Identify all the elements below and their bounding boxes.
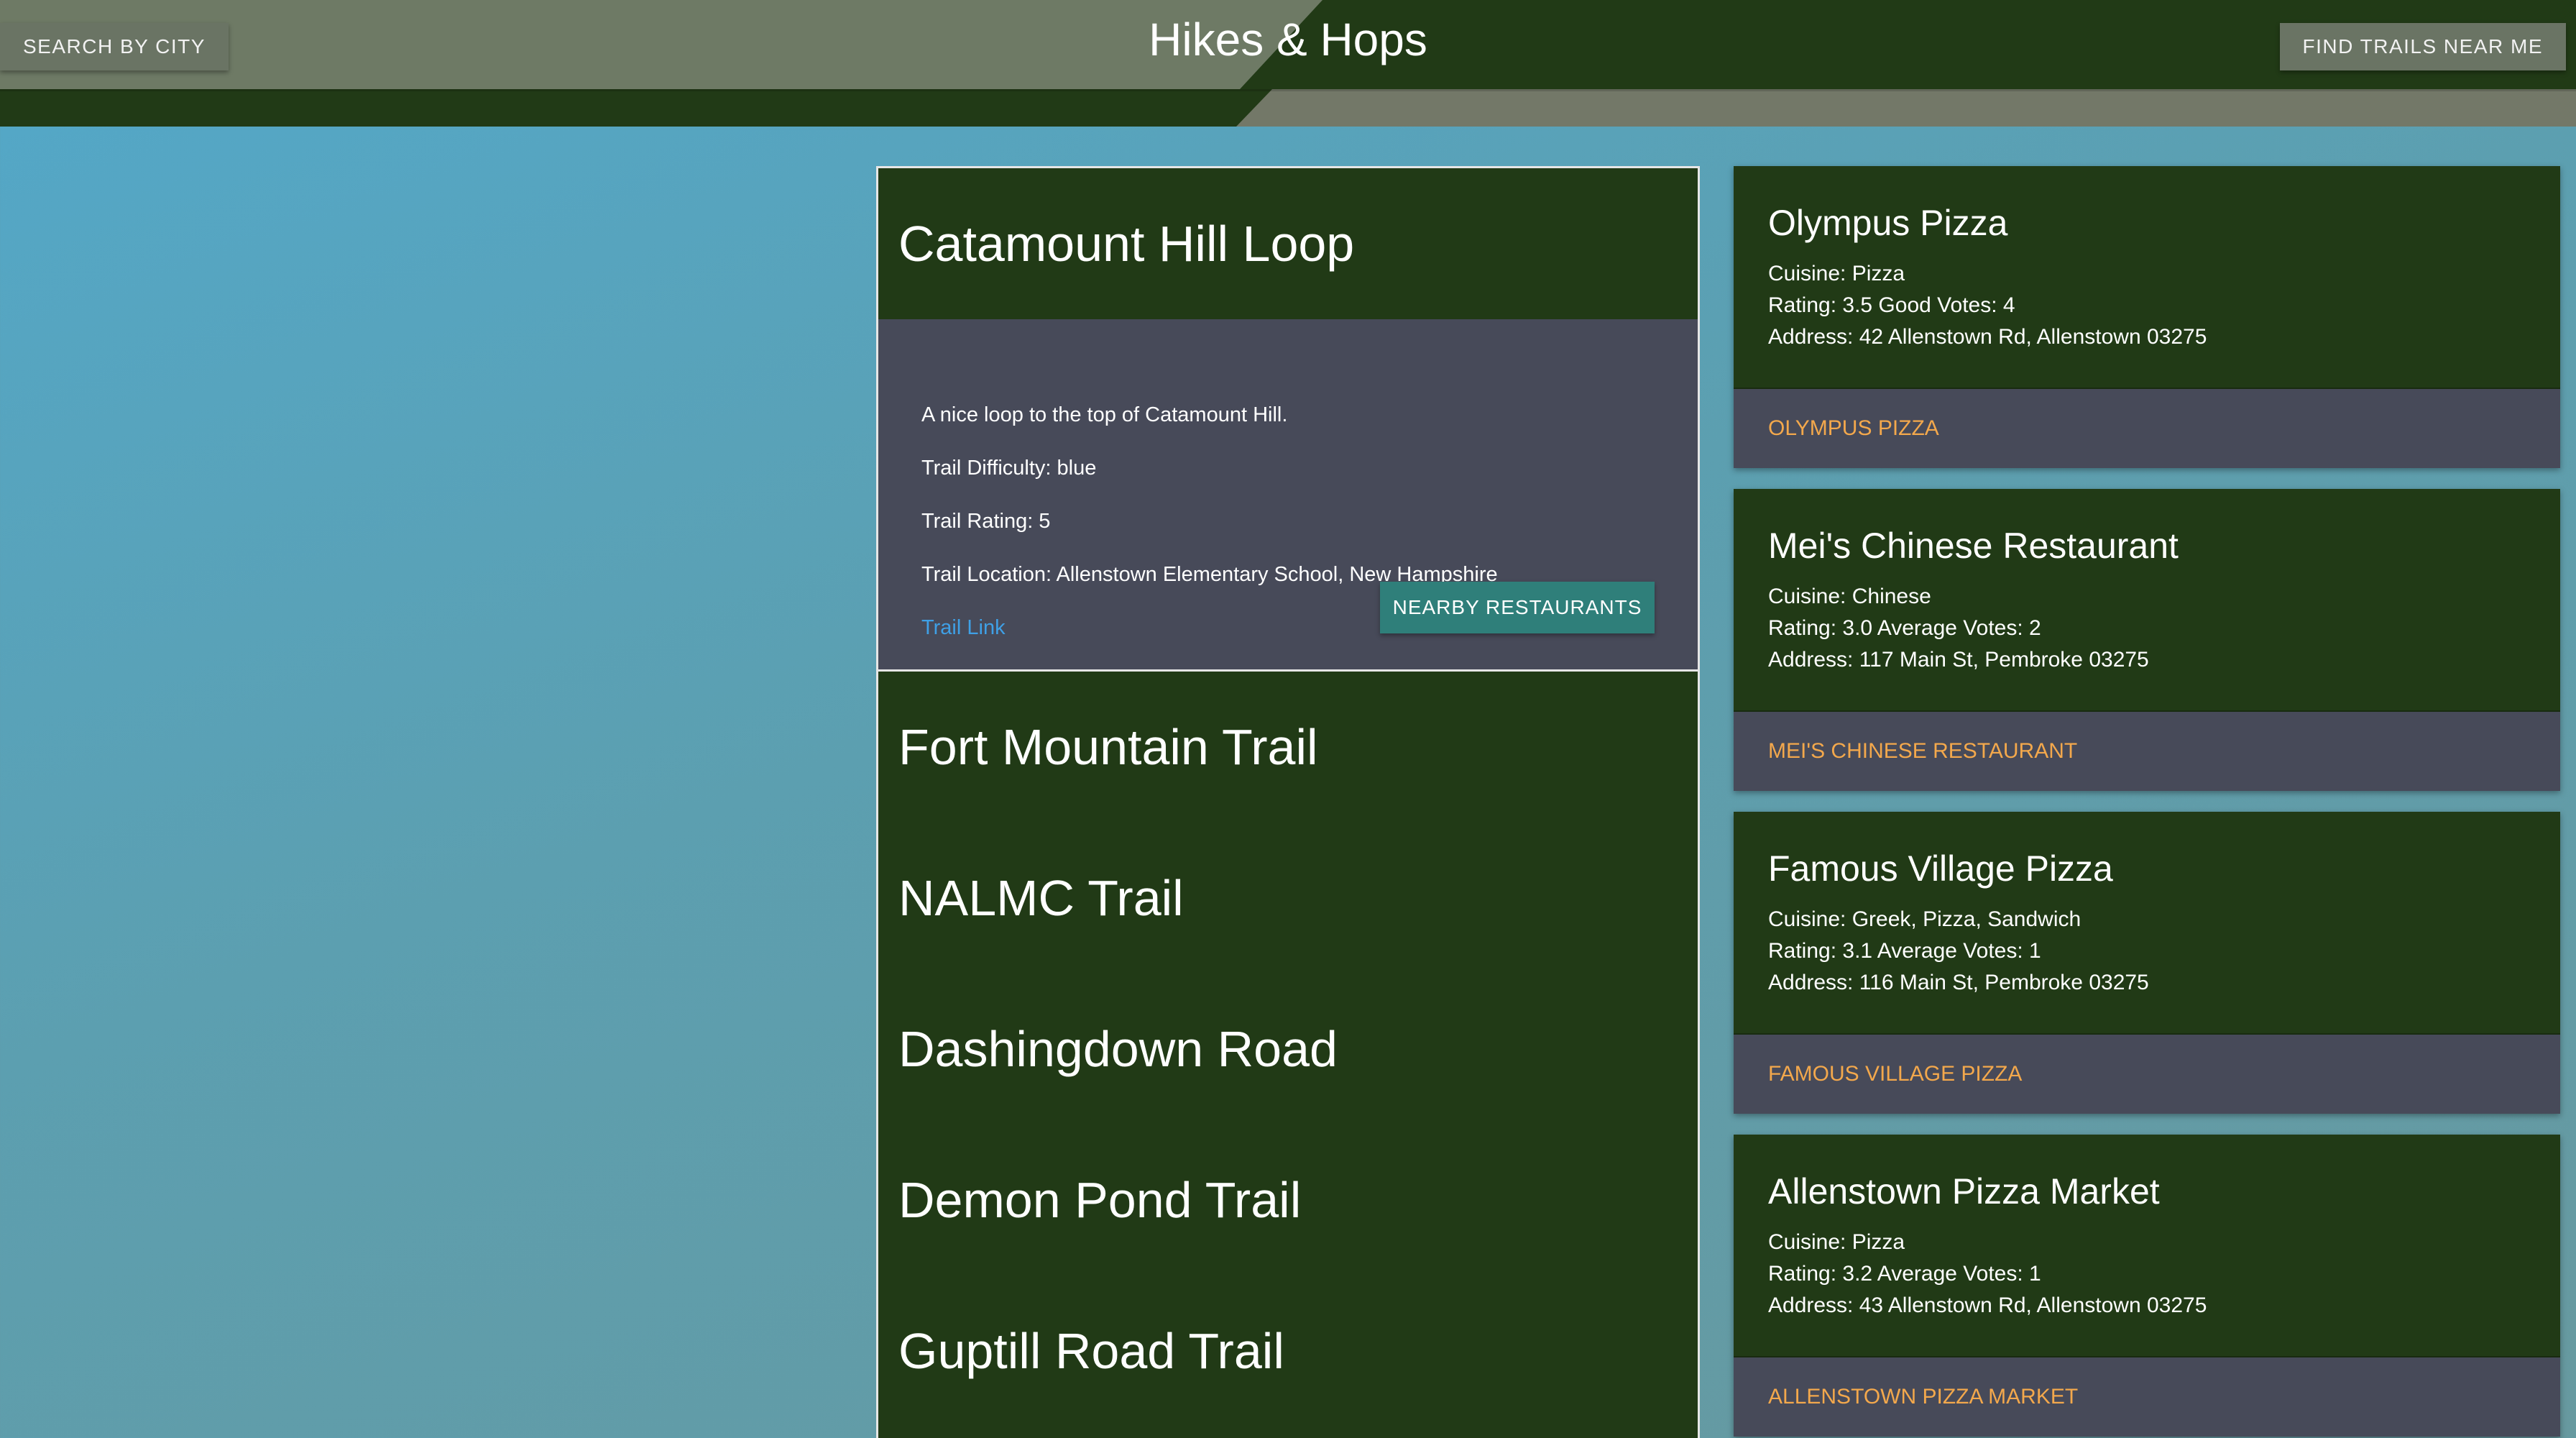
trail-item[interactable]: Dashingdown Road [878, 974, 1698, 1125]
top-app-bar: SEARCH BY CITY Hikes & Hops FIND TRAILS … [0, 0, 2576, 127]
restaurant-address: Address: 117 Main St, Pembroke 03275 [1768, 648, 2149, 672]
restaurant-rating: Rating: 3.2 Average Votes: 1 [1768, 1262, 2041, 1286]
trail-rating: Trail Rating: 5 [921, 510, 1051, 533]
restaurant-rating: Rating: 3.5 Good Votes: 4 [1768, 293, 2015, 317]
restaurant-link[interactable]: OLYMPUS PIZZA [1768, 416, 1939, 441]
find-trails-near-me-button[interactable]: FIND TRAILS NEAR ME [2279, 23, 2566, 70]
trail-difficulty: Trail Difficulty: blue [921, 457, 1097, 480]
restaurant-address: Address: 116 Main St, Pembroke 03275 [1768, 971, 2149, 994]
restaurant-address: Address: 42 Allenstown Rd, Allenstown 03… [1768, 325, 2207, 349]
restaurant-card: Famous Village Pizza Cuisine: Greek, Piz… [1734, 812, 2560, 1114]
nearby-restaurants-button[interactable]: NEARBY RESTAURANTS [1380, 582, 1655, 633]
trail-item[interactable]: Fort Mountain Trail [878, 672, 1698, 823]
restaurant-cuisine: Cuisine: Chinese [1768, 585, 1931, 608]
restaurant-list: Olympus Pizza Cuisine: Pizza Rating: 3.5… [1734, 166, 2560, 1438]
restaurant-name: Famous Village Pizza [1768, 848, 2113, 889]
restaurant-actions: MEI'S CHINESE RESTAURANT [1734, 712, 2560, 791]
restaurant-rating: Rating: 3.0 Average Votes: 2 [1768, 616, 2041, 640]
restaurant-rating: Rating: 3.1 Average Votes: 1 [1768, 939, 2041, 963]
restaurant-card: Allenstown Pizza Market Cuisine: Pizza R… [1734, 1135, 2560, 1437]
restaurant-card: Olympus Pizza Cuisine: Pizza Rating: 3.5… [1734, 166, 2560, 468]
trail-item[interactable]: NALMC Trail [878, 823, 1698, 974]
restaurant-name: Olympus Pizza [1768, 203, 2008, 243]
trail-details: A nice loop to the top of Catamount Hill… [878, 319, 1698, 672]
trail-item-selected[interactable]: Catamount Hill Loop [878, 168, 1698, 319]
restaurant-address: Address: 43 Allenstown Rd, Allenstown 03… [1768, 1293, 2207, 1317]
header-divider [0, 89, 2576, 91]
restaurant-info: Famous Village Pizza Cuisine: Greek, Piz… [1734, 812, 2560, 1035]
restaurant-link[interactable]: ALLENSTOWN PIZZA MARKET [1768, 1385, 2078, 1409]
trail-description: A nice loop to the top of Catamount Hill… [921, 403, 1288, 426]
restaurant-info: Olympus Pizza Cuisine: Pizza Rating: 3.5… [1734, 166, 2560, 389]
restaurant-name: Mei's Chinese Restaurant [1768, 526, 2179, 566]
restaurant-cuisine: Cuisine: Greek, Pizza, Sandwich [1768, 907, 2082, 931]
trail-list: Catamount Hill Loop A nice loop to the t… [876, 166, 1700, 1438]
restaurant-actions: OLYMPUS PIZZA [1734, 389, 2560, 468]
restaurant-card: Mei's Chinese Restaurant Cuisine: Chines… [1734, 489, 2560, 791]
restaurant-info: Mei's Chinese Restaurant Cuisine: Chines… [1734, 489, 2560, 712]
restaurant-actions: ALLENSTOWN PIZZA MARKET [1734, 1357, 2560, 1437]
restaurant-cuisine: Cuisine: Pizza [1768, 262, 1905, 285]
restaurant-cuisine: Cuisine: Pizza [1768, 1230, 1905, 1254]
restaurant-name: Allenstown Pizza Market [1768, 1171, 2160, 1212]
trail-item[interactable]: Guptill Road Trail [878, 1276, 1698, 1426]
restaurant-actions: FAMOUS VILLAGE PIZZA [1734, 1035, 2560, 1114]
restaurant-info: Allenstown Pizza Market Cuisine: Pizza R… [1734, 1135, 2560, 1357]
restaurant-link[interactable]: FAMOUS VILLAGE PIZZA [1768, 1062, 2022, 1086]
header-shade-right [1236, 89, 2576, 127]
trail-link[interactable]: Trail Link [921, 616, 1006, 639]
trail-item[interactable]: Demon Pond Trail [878, 1125, 1698, 1276]
restaurant-link[interactable]: MEI'S CHINESE RESTAURANT [1768, 739, 2077, 764]
app-title: Hikes & Hops [1149, 14, 1427, 65]
